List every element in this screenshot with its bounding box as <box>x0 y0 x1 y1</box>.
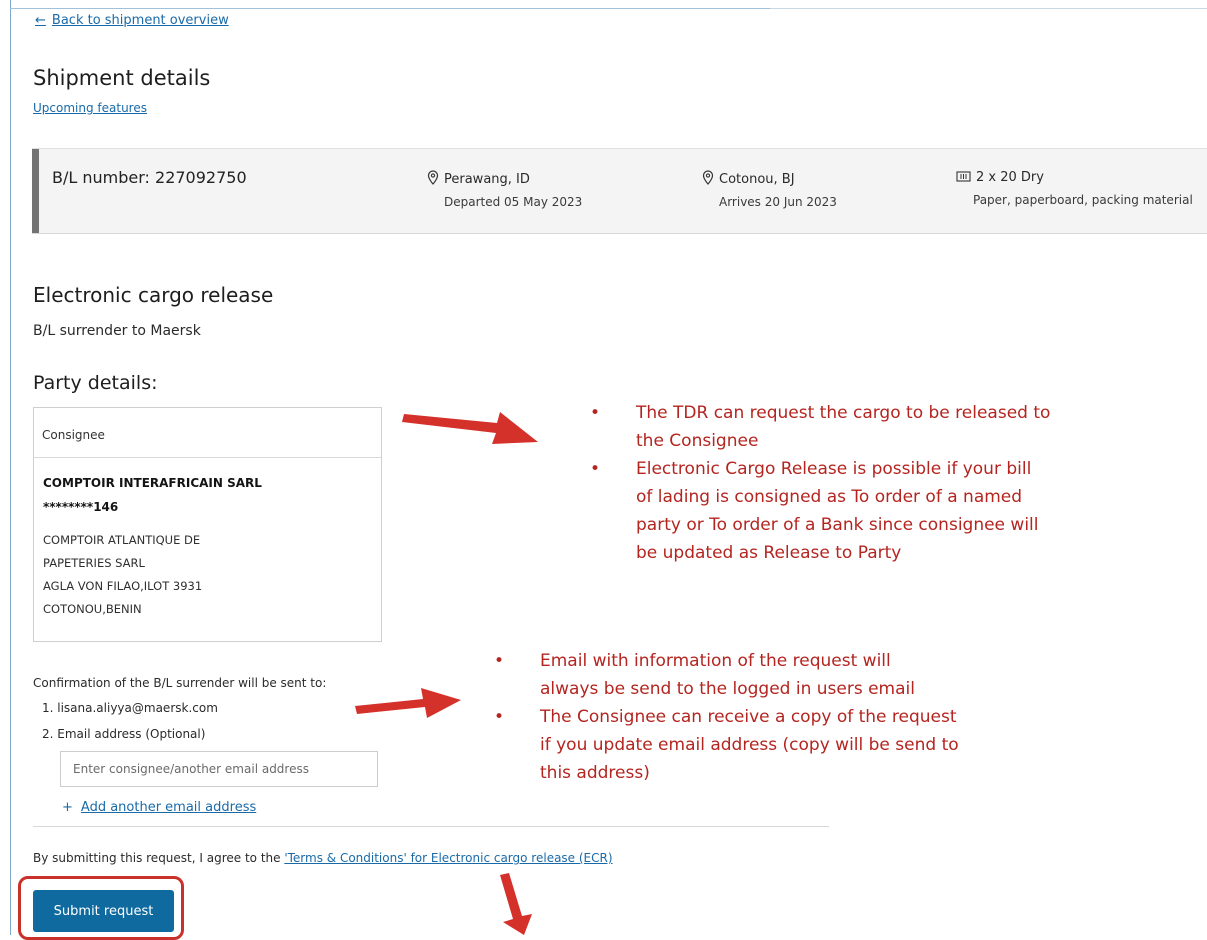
location-pin-icon <box>427 170 439 185</box>
callout-line: this address) <box>540 763 650 783</box>
callout-line: always be send to the logged in users em… <box>540 679 915 699</box>
page-frame-tab <box>770 0 1207 9</box>
callout-line: of lading is consigned as To order of a … <box>636 487 1023 507</box>
container-icon <box>956 171 971 182</box>
callout-line: The Consignee can receive a copy of the … <box>540 707 957 727</box>
page-title: Shipment details <box>33 66 211 90</box>
address-line: COTONOU,BENIN <box>43 602 142 616</box>
address-line: AGLA VON FILAO,ILOT 3931 <box>43 579 203 593</box>
bullet-mark: • <box>494 707 505 727</box>
arrow-left-icon: ← <box>35 13 46 28</box>
annotation-arrow-2 <box>355 688 461 718</box>
callout-1-bullet-1: • The TDR can request the cargo to be re… <box>590 399 1156 455</box>
address-line: PAPETERIES SARL <box>43 556 145 570</box>
party-name: COMPTOIR INTERAFRICAIN SARL <box>43 476 262 490</box>
origin-block: Perawang, ID Departed 05 May 2023 <box>427 170 582 209</box>
party-code: ********146 <box>43 500 119 514</box>
departed-date: Departed 05 May 2023 <box>444 195 583 209</box>
party-card: Consignee COMPTOIR INTERAFRICAIN SARL **… <box>33 407 382 642</box>
location-pin-icon <box>702 170 714 185</box>
arrival-date: Arrives 20 Jun 2023 <box>719 195 837 209</box>
callout-1-bullet-2: • Electronic Cargo Release is possible i… <box>590 455 1156 567</box>
callout-line: if you update email address (copy will b… <box>540 735 959 755</box>
bullet-mark: • <box>590 403 601 423</box>
callout-line: the Consignee <box>636 431 759 451</box>
destination-block: Cotonou, BJ Arrives 20 Jun 2023 <box>702 170 837 209</box>
party-details-title: Party details: <box>33 372 158 394</box>
callout-line: party or To order of a Bank since consig… <box>636 515 1039 535</box>
terms-prefix: By submitting this request, I agree to t… <box>33 851 285 865</box>
section-subtitle: B/L surrender to Maersk <box>33 323 201 339</box>
card-accent-bar <box>32 149 39 233</box>
annotation-callout-1: • The TDR can request the cargo to be re… <box>590 399 1156 567</box>
email-list-item-1: 1. lisana.aliyya@maersk.com <box>42 701 218 715</box>
terms-link[interactable]: 'Terms & Conditions' for Electronic carg… <box>284 851 612 865</box>
origin-location: Perawang, ID <box>444 172 530 187</box>
upcoming-features-link[interactable]: Upcoming features <box>33 101 147 115</box>
address-line: COMPTOIR ATLANTIQUE DE <box>43 533 201 547</box>
section-title: Electronic cargo release <box>33 283 274 307</box>
submit-request-button[interactable]: Submit request <box>33 890 174 932</box>
consignee-email-input[interactable] <box>60 751 378 787</box>
add-email-label: Add another email address <box>80 800 257 815</box>
callout-2-bullet-2: • The Consignee can receive a copy of th… <box>494 703 1060 787</box>
divider <box>33 826 829 827</box>
callout-line: be updated as Release to Party <box>636 543 902 563</box>
callout-2-bullet-1: • Email with information of the request … <box>494 647 1060 703</box>
destination-location: Cotonou, BJ <box>719 172 795 187</box>
back-to-overview-link[interactable]: ← Back to shipment overview <box>35 13 229 28</box>
callout-line: The TDR can request the cargo to be rele… <box>636 403 1051 423</box>
annotation-callout-2: • Email with information of the request … <box>494 647 1060 787</box>
callout-line: Electronic Cargo Release is possible if … <box>636 459 1032 479</box>
bullet-mark: • <box>494 651 505 671</box>
bullet-mark: • <box>590 459 601 479</box>
bl-number: B/L number: 227092750 <box>52 168 247 187</box>
confirmation-text: Confirmation of the B/L surrender will b… <box>33 676 327 690</box>
add-email-link[interactable]: + Add another email address <box>62 800 256 815</box>
back-link-label: Back to shipment overview <box>51 13 229 28</box>
annotation-arrow-1 <box>402 412 538 444</box>
commodity-info: Paper, paperboard, packing material <box>973 193 1193 207</box>
email-list-item-2: 2. Email address (Optional) <box>42 727 206 741</box>
page-frame-left <box>10 0 11 935</box>
plus-icon: + <box>62 800 73 815</box>
container-info: 2 x 20 Dry <box>976 170 1044 185</box>
terms-text: By submitting this request, I agree to t… <box>33 851 613 865</box>
container-block: 2 x 20 Dry Paper, paperboard, packing ma… <box>956 170 1193 207</box>
party-role: Consignee <box>34 408 381 458</box>
callout-line: Email with information of the request wi… <box>540 651 891 671</box>
annotation-arrow-3 <box>500 873 532 935</box>
